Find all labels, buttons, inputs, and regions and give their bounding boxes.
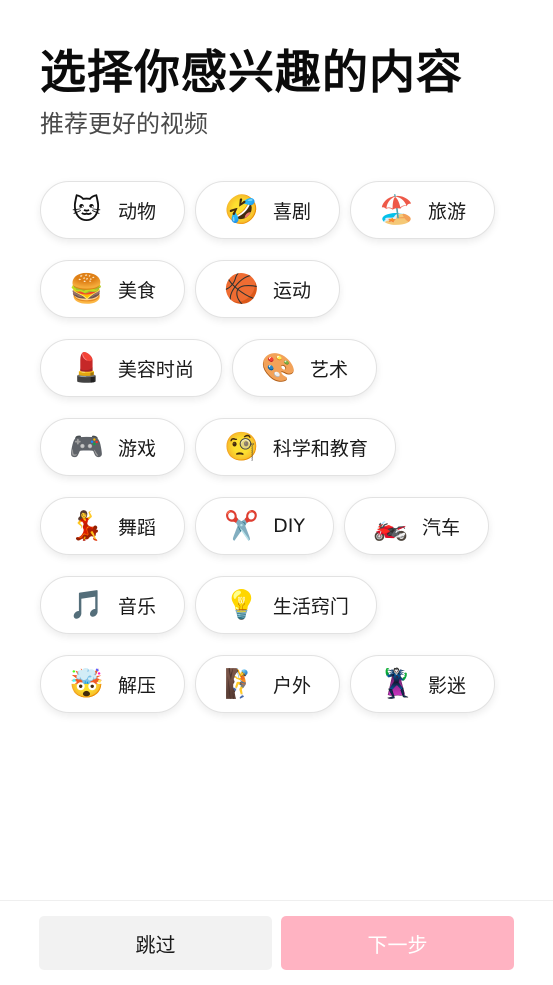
laughing-face-icon: 🤣 xyxy=(224,193,259,226)
interest-chip-animals[interactable]: 🐱 动物 xyxy=(40,181,185,239)
cat-face-icon: 🐱 xyxy=(71,193,102,226)
interest-chip-food[interactable]: 🍔 美食 xyxy=(40,260,185,318)
interest-label: 科学和教育 xyxy=(272,437,368,460)
interest-label: 游戏 xyxy=(117,437,156,460)
interest-chip-stress-relief[interactable]: 🤯 解压 xyxy=(40,655,185,713)
interest-chip-science-education[interactable]: 🧐 科学和教育 xyxy=(195,418,396,476)
interest-chip-sports[interactable]: 🏀 运动 xyxy=(195,260,340,318)
interest-chip-art[interactable]: 🎨 艺术 xyxy=(232,339,377,397)
skip-button[interactable]: 跳过 xyxy=(39,916,272,970)
bottom-action-bar: 跳过 下一步 xyxy=(0,900,553,985)
interest-chip-diy[interactable]: ✂️ DIY xyxy=(195,497,334,555)
monocle-face-icon: 🧐 xyxy=(224,430,259,463)
interest-label: DIY xyxy=(273,515,305,537)
interest-label: 运动 xyxy=(272,279,311,302)
interest-label: 美容时尚 xyxy=(117,358,194,381)
interest-grid: 🐱 动物 🤣 喜剧 🏖️ 旅游 🍔 美食 🏀 运动 💄 美容时尚 🎨 艺术 🎮 … xyxy=(40,181,530,734)
interest-row: 💃 舞蹈 ✂️ DIY 🏍️ 汽车 xyxy=(40,497,530,555)
interest-label: 音乐 xyxy=(117,595,156,618)
interest-row: 🎮 游戏 🧐 科学和教育 xyxy=(40,418,530,476)
interest-row: 🎵 音乐 💡 生活窍门 xyxy=(40,576,530,634)
interest-chip-comedy[interactable]: 🤣 喜剧 xyxy=(195,181,340,239)
interest-label: 动物 xyxy=(117,200,156,223)
interest-row: 🤯 解压 🧗 户外 🦹 影迷 xyxy=(40,655,530,713)
palette-icon: 🎨 xyxy=(261,351,296,384)
interest-label: 解压 xyxy=(117,674,156,697)
exploding-head-icon: 🤯 xyxy=(69,667,104,700)
interest-label: 户外 xyxy=(272,674,311,697)
motorcycle-icon: 🏍️ xyxy=(373,509,408,542)
beach-umbrella-icon: 🏖️ xyxy=(379,193,414,226)
interest-chip-games[interactable]: 🎮 游戏 xyxy=(40,418,185,476)
interest-label: 影迷 xyxy=(427,674,466,697)
dancer-icon: 💃 xyxy=(69,509,104,542)
next-step-button[interactable]: 下一步 xyxy=(281,916,514,970)
interest-chip-beauty-fashion[interactable]: 💄 美容时尚 xyxy=(40,339,222,397)
interest-chip-music[interactable]: 🎵 音乐 xyxy=(40,576,185,634)
interest-row: 🍔 美食 🏀 运动 xyxy=(40,260,530,318)
supervillain-icon: 🦹 xyxy=(379,667,414,700)
interest-row: 💄 美容时尚 🎨 艺术 xyxy=(40,339,530,397)
basketball-icon: 🏀 xyxy=(224,272,259,305)
interest-label: 汽车 xyxy=(421,516,460,539)
scissors-icon: ✂️ xyxy=(224,509,260,542)
interest-chip-movie-fans[interactable]: 🦹 影迷 xyxy=(350,655,495,713)
page-subtitle: 推荐更好的视频 xyxy=(40,110,208,138)
interest-chip-life-hacks[interactable]: 💡 生活窍门 xyxy=(195,576,377,634)
music-note-icon: 🎵 xyxy=(69,588,104,621)
interest-label: 舞蹈 xyxy=(117,516,156,539)
interest-row: 🐱 动物 🤣 喜剧 🏖️ 旅游 xyxy=(40,181,530,239)
interest-chip-outdoors[interactable]: 🧗 户外 xyxy=(195,655,340,713)
game-controller-icon: 🎮 xyxy=(69,430,104,463)
interest-label: 旅游 xyxy=(427,200,466,223)
interest-chip-dance[interactable]: 💃 舞蹈 xyxy=(40,497,185,555)
page-title: 选择你感兴趣的内容 xyxy=(40,45,463,99)
hamburger-icon: 🍔 xyxy=(69,272,104,305)
light-bulb-icon: 💡 xyxy=(224,588,259,621)
interest-label: 喜剧 xyxy=(272,200,311,223)
climber-icon: 🧗 xyxy=(224,667,259,700)
interest-label: 美食 xyxy=(117,279,156,302)
interest-chip-cars[interactable]: 🏍️ 汽车 xyxy=(344,497,489,555)
interest-label: 生活窍门 xyxy=(272,595,349,618)
interest-chip-travel[interactable]: 🏖️ 旅游 xyxy=(350,181,495,239)
interest-label: 艺术 xyxy=(309,358,348,381)
lipstick-icon: 💄 xyxy=(69,351,104,384)
